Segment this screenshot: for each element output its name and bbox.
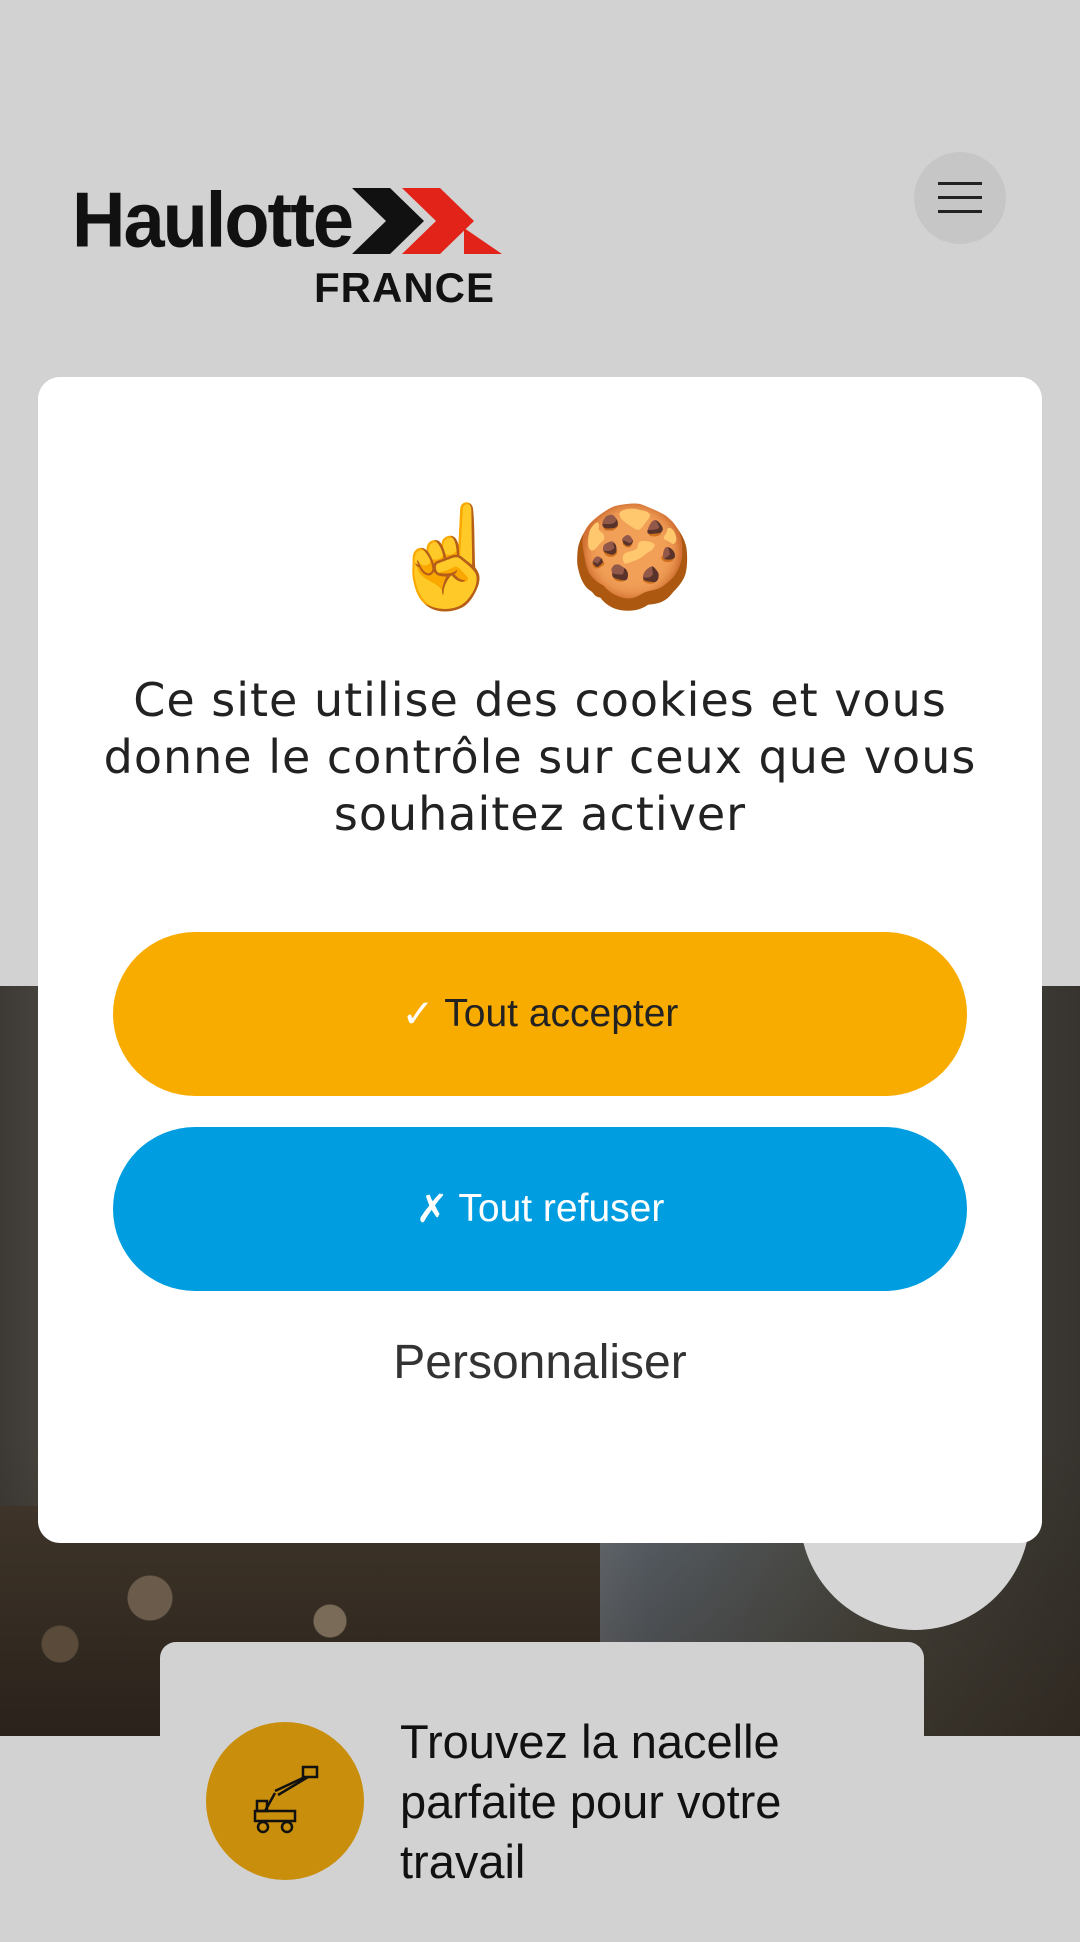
refuse-all-label: Tout refuser [458,1187,665,1230]
promo-text: Trouvez la nacelle parfaite pour votre t… [400,1715,782,1888]
promo-card[interactable]: Trouvez la nacelle parfaite pour votre t… [160,1642,924,1942]
logo-wordmark: Haulotte [72,175,354,264]
check-icon: ✓ [401,991,435,1037]
logo-country-label: FRANCE [314,264,495,311]
pointing-up-icon: ☝️ [385,498,510,615]
aerial-lift-icon [206,1722,364,1880]
accept-all-label: Tout accepter [444,992,679,1035]
refuse-all-button[interactable]: ✗ Tout refuser [113,1127,967,1291]
personalize-link[interactable]: Personnaliser [38,1335,1042,1390]
accept-all-button[interactable]: ✓ Tout accepter [113,932,967,1096]
cookie-icon: 🍪 [570,498,695,615]
emoji-row: ☝️ 🍪 [38,497,1042,617]
hamburger-icon [938,182,982,213]
cookie-consent-dialog: ☝️ 🍪 Ce site utilise des cookies et vous… [38,377,1042,1543]
haulotte-logo[interactable]: Haulotte FRANCE [72,175,502,320]
menu-button[interactable] [914,152,1006,244]
cross-icon: ✗ [415,1186,449,1232]
logo-chevrons-icon [352,188,502,254]
cookie-message: Ce site utilise des cookies et vous donn… [103,673,977,841]
